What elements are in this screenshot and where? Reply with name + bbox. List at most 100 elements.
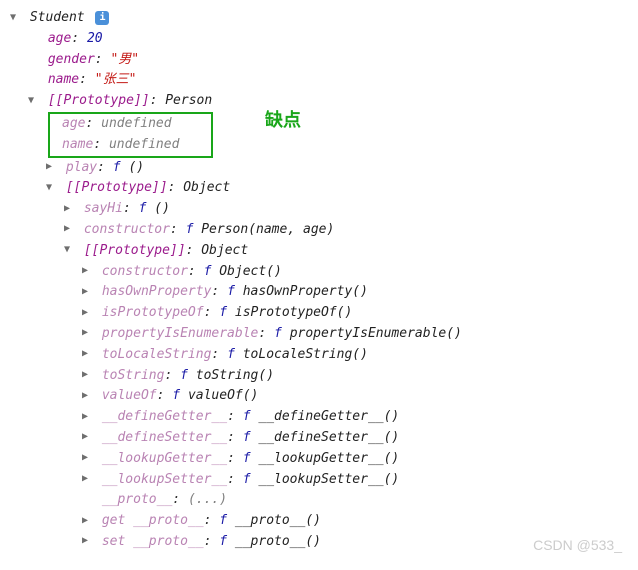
prop-key: __lookupGetter__: [102, 451, 227, 466]
prop-key: __defineSetter__: [102, 430, 227, 445]
function-symbol: f: [172, 388, 188, 403]
function-name: __proto__: [235, 534, 305, 549]
chevron-down-icon[interactable]: ▼: [10, 10, 22, 26]
prop-key: __proto__: [102, 492, 172, 507]
chevron-right-icon[interactable]: ▶: [82, 325, 94, 341]
prototype-label: [[Prototype]]: [48, 93, 150, 108]
prop-row-tostring[interactable]: ▶ toString: f toString(): [10, 366, 628, 387]
function-sig: (): [305, 513, 321, 528]
prop-row-age[interactable]: ▶ age: 20: [10, 29, 628, 50]
chevron-down-icon[interactable]: ▼: [28, 93, 40, 109]
function-name: __lookupSetter__: [258, 472, 383, 487]
prop-row-definesetter[interactable]: ▶ __defineSetter__: f __defineSetter__(): [10, 428, 628, 449]
prototype-row-object-2[interactable]: ▼ [[Prototype]]: Object: [10, 241, 628, 262]
function-symbol: f: [113, 160, 129, 175]
function-sig: (name, age): [248, 222, 334, 237]
annotation-label: 缺点: [265, 106, 301, 135]
function-sig: (): [337, 305, 353, 320]
prop-row-play[interactable]: ▶ play: f (): [10, 158, 628, 179]
prop-row-name[interactable]: ▶ name: "张三": [10, 70, 628, 91]
chevron-down-icon[interactable]: ▼: [64, 242, 76, 258]
chevron-right-icon[interactable]: ▶: [82, 471, 94, 487]
info-icon[interactable]: i: [95, 11, 109, 25]
function-sig: (): [384, 409, 400, 424]
prop-key: propertyIsEnumerable: [102, 326, 259, 341]
prop-key: gender: [48, 52, 95, 67]
prop-key: name: [62, 137, 93, 152]
chevron-right-icon[interactable]: ▶: [82, 367, 94, 383]
function-sig: (): [384, 472, 400, 487]
prop-key: get __proto__: [102, 513, 204, 528]
chevron-right-icon[interactable]: ▶: [82, 533, 94, 549]
prototype-row-object-1[interactable]: ▼ [[Prototype]]: Object: [10, 178, 628, 199]
prop-row-sayhi[interactable]: ▶ sayHi: f (): [10, 199, 628, 220]
prop-row-gender[interactable]: ▶ gender: "男": [10, 50, 628, 71]
chevron-right-icon[interactable]: ▶: [82, 305, 94, 321]
prop-key: isPrototypeOf: [102, 305, 204, 320]
function-symbol: f: [274, 326, 290, 341]
prop-key: constructor: [84, 222, 170, 237]
function-symbol: f: [139, 201, 155, 216]
function-name: hasOwnProperty: [243, 284, 353, 299]
prop-row-age-undef[interactable]: age: undefined: [54, 114, 207, 135]
chevron-right-icon[interactable]: ▶: [82, 409, 94, 425]
prop-value: undefined: [101, 116, 171, 131]
prop-row-definegetter[interactable]: ▶ __defineGetter__: f __defineGetter__(): [10, 407, 628, 428]
function-sig: (): [266, 264, 282, 279]
function-symbol: f: [219, 513, 235, 528]
function-name: Object: [219, 264, 266, 279]
watermark: CSDN @533_: [533, 534, 622, 556]
function-sig: (): [352, 347, 368, 362]
chevron-right-icon[interactable]: ▶: [82, 346, 94, 362]
function-symbol: f: [243, 472, 259, 487]
chevron-down-icon[interactable]: ▼: [46, 180, 58, 196]
chevron-right-icon[interactable]: ▶: [82, 263, 94, 279]
function-sig: (): [258, 368, 274, 383]
function-symbol: f: [204, 264, 220, 279]
prop-row-proto-ellipsis[interactable]: ▶ __proto__: (...): [10, 490, 628, 511]
function-symbol: f: [219, 305, 235, 320]
prop-row-tolocalestring[interactable]: ▶ toLocaleString: f toLocaleString(): [10, 345, 628, 366]
prop-row-valueof[interactable]: ▶ valueOf: f valueOf(): [10, 386, 628, 407]
prop-row-propertyisenumerable[interactable]: ▶ propertyIsEnumerable: f propertyIsEnum…: [10, 324, 628, 345]
chevron-right-icon[interactable]: ▶: [82, 284, 94, 300]
function-name: isPrototypeOf: [235, 305, 337, 320]
function-name: __lookupGetter__: [258, 451, 383, 466]
prop-row-constructor-object[interactable]: ▶ constructor: f Object(): [10, 262, 628, 283]
prop-key: age: [62, 116, 85, 131]
chevron-right-icon[interactable]: ▶: [82, 388, 94, 404]
prop-value[interactable]: (...): [188, 492, 227, 507]
chevron-right-icon[interactable]: ▶: [82, 429, 94, 445]
chevron-right-icon[interactable]: ▶: [82, 513, 94, 529]
function-symbol: f: [243, 430, 259, 445]
prop-row-lookupgetter[interactable]: ▶ __lookupGetter__: f __lookupGetter__(): [10, 449, 628, 470]
prop-value: undefined: [109, 137, 179, 152]
tree-row-root[interactable]: ▼ Student i: [10, 8, 628, 29]
prop-row-get-proto[interactable]: ▶ get __proto__: f __proto__(): [10, 511, 628, 532]
function-symbol: f: [243, 451, 259, 466]
function-sig: (): [128, 160, 144, 175]
function-name: Person: [201, 222, 248, 237]
function-sig: (): [352, 284, 368, 299]
chevron-right-icon[interactable]: ▶: [64, 201, 76, 217]
prop-row-isprototypeof[interactable]: ▶ isPrototypeOf: f isPrototypeOf(): [10, 303, 628, 324]
prop-key: set __proto__: [102, 534, 204, 549]
function-name: valueOf: [188, 388, 243, 403]
prop-row-name-undef[interactable]: name: undefined: [54, 135, 207, 156]
chevron-right-icon[interactable]: ▶: [64, 221, 76, 237]
function-symbol: f: [227, 284, 243, 299]
prototype-row-person[interactable]: ▼ [[Prototype]]: Person: [10, 91, 628, 112]
prop-key: age: [48, 31, 71, 46]
prop-key: name: [48, 72, 79, 87]
chevron-right-icon[interactable]: ▶: [46, 159, 58, 175]
constructor-name: Student: [30, 10, 85, 25]
function-sig: (): [446, 326, 462, 341]
prop-row-hasownproperty[interactable]: ▶ hasOwnProperty: f hasOwnProperty(): [10, 282, 628, 303]
function-symbol: f: [186, 222, 202, 237]
prop-row-lookupsetter[interactable]: ▶ __lookupSetter__: f __lookupSetter__(): [10, 470, 628, 491]
function-name: __defineGetter__: [258, 409, 383, 424]
prop-key: __lookupSetter__: [102, 472, 227, 487]
prop-key: toLocaleString: [102, 347, 212, 362]
chevron-right-icon[interactable]: ▶: [82, 450, 94, 466]
prop-row-constructor-person[interactable]: ▶ constructor: f Person(name, age): [10, 220, 628, 241]
